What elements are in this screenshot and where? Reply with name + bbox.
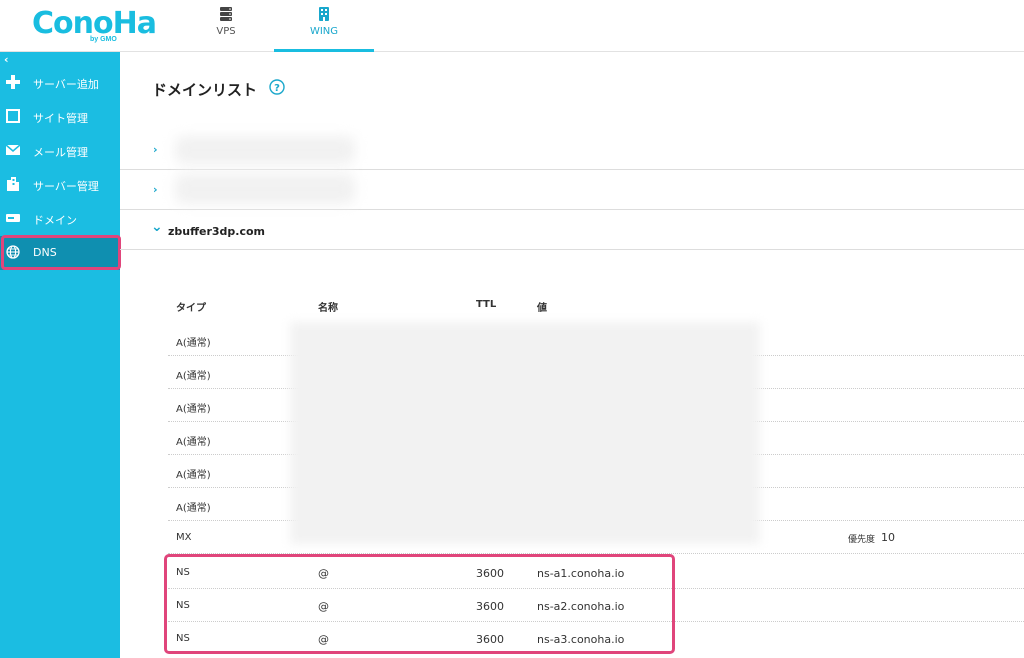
server-stack-icon bbox=[220, 7, 232, 21]
ns-records-highlight-box bbox=[164, 554, 675, 654]
page-title: ドメインリスト bbox=[152, 81, 258, 99]
sidebar-item-label: ドメイン bbox=[33, 214, 77, 227]
col-header-ttl: TTL bbox=[476, 299, 497, 310]
domain-row[interactable]: › bbox=[120, 170, 1024, 210]
record-type: A(通常) bbox=[176, 371, 211, 382]
sidebar-item-label: サイト管理 bbox=[33, 112, 88, 125]
logo-subtext: by GMO bbox=[90, 36, 117, 43]
help-icon-glyph: ? bbox=[274, 83, 280, 94]
active-tab-indicator bbox=[274, 49, 374, 52]
dns-highlight-box bbox=[1, 235, 121, 270]
redacted-records bbox=[290, 322, 760, 544]
record-type: MX bbox=[176, 532, 192, 543]
sidebar-item-site-management[interactable]: サイト管理 bbox=[0, 100, 120, 134]
priority-value: 10 bbox=[881, 531, 895, 544]
priority-label: 優先度 bbox=[848, 535, 876, 545]
tab-vps-label: VPS bbox=[216, 26, 236, 37]
redacted-domain bbox=[175, 136, 355, 164]
sidebar: ‹ サーバー追加 サイト管理 メール管理 サーバー管理 ドメイン DNS bbox=[0, 52, 120, 658]
tab-wing[interactable]: WING bbox=[274, 0, 374, 52]
col-header-value: 値 bbox=[537, 303, 547, 314]
record-type: A(通常) bbox=[176, 404, 211, 415]
sidebar-item-server-management[interactable]: サーバー管理 bbox=[0, 168, 120, 202]
window-icon bbox=[6, 109, 20, 123]
sidebar-item-label: サーバー管理 bbox=[33, 180, 99, 193]
sidebar-collapse-button[interactable]: ‹ bbox=[4, 53, 9, 66]
sidebar-item-mail-management[interactable]: メール管理 bbox=[0, 134, 120, 168]
sidebar-item-domain[interactable]: ドメイン bbox=[0, 202, 120, 236]
col-header-name: 名称 bbox=[318, 303, 338, 314]
domain-row[interactable]: › bbox=[120, 130, 1024, 170]
chevron-right-icon[interactable]: › bbox=[153, 183, 158, 196]
domain-icon bbox=[6, 214, 20, 222]
top-header: ConoHa by GMO VPS WING bbox=[0, 0, 1024, 52]
record-type: A(通常) bbox=[176, 470, 211, 481]
mail-icon bbox=[6, 144, 20, 155]
col-header-type: タイプ bbox=[176, 303, 206, 314]
plus-icon bbox=[6, 75, 20, 89]
help-icon[interactable]: ? bbox=[269, 79, 285, 95]
sidebar-item-add-server[interactable]: サーバー追加 bbox=[0, 66, 120, 100]
chevron-right-icon[interactable]: › bbox=[153, 143, 158, 156]
record-type: A(通常) bbox=[176, 437, 211, 448]
tab-vps[interactable]: VPS bbox=[176, 0, 276, 52]
sidebar-item-label: メール管理 bbox=[33, 146, 88, 159]
record-type: A(通常) bbox=[176, 338, 211, 349]
chevron-down-icon[interactable]: ⌄ bbox=[151, 219, 163, 235]
redacted-domain bbox=[175, 174, 355, 204]
sidebar-item-label: サーバー追加 bbox=[33, 78, 99, 91]
conoha-logo[interactable]: ConoHa by GMO bbox=[32, 6, 157, 46]
domain-row-expanded[interactable]: ⌄ zbuffer3dp.com bbox=[120, 210, 1024, 250]
server-manage-icon bbox=[7, 177, 19, 191]
record-type: A(通常) bbox=[176, 503, 211, 514]
domain-name: zbuffer3dp.com bbox=[168, 225, 266, 238]
tab-wing-label: WING bbox=[309, 26, 339, 37]
wing-building-icon bbox=[319, 7, 329, 21]
